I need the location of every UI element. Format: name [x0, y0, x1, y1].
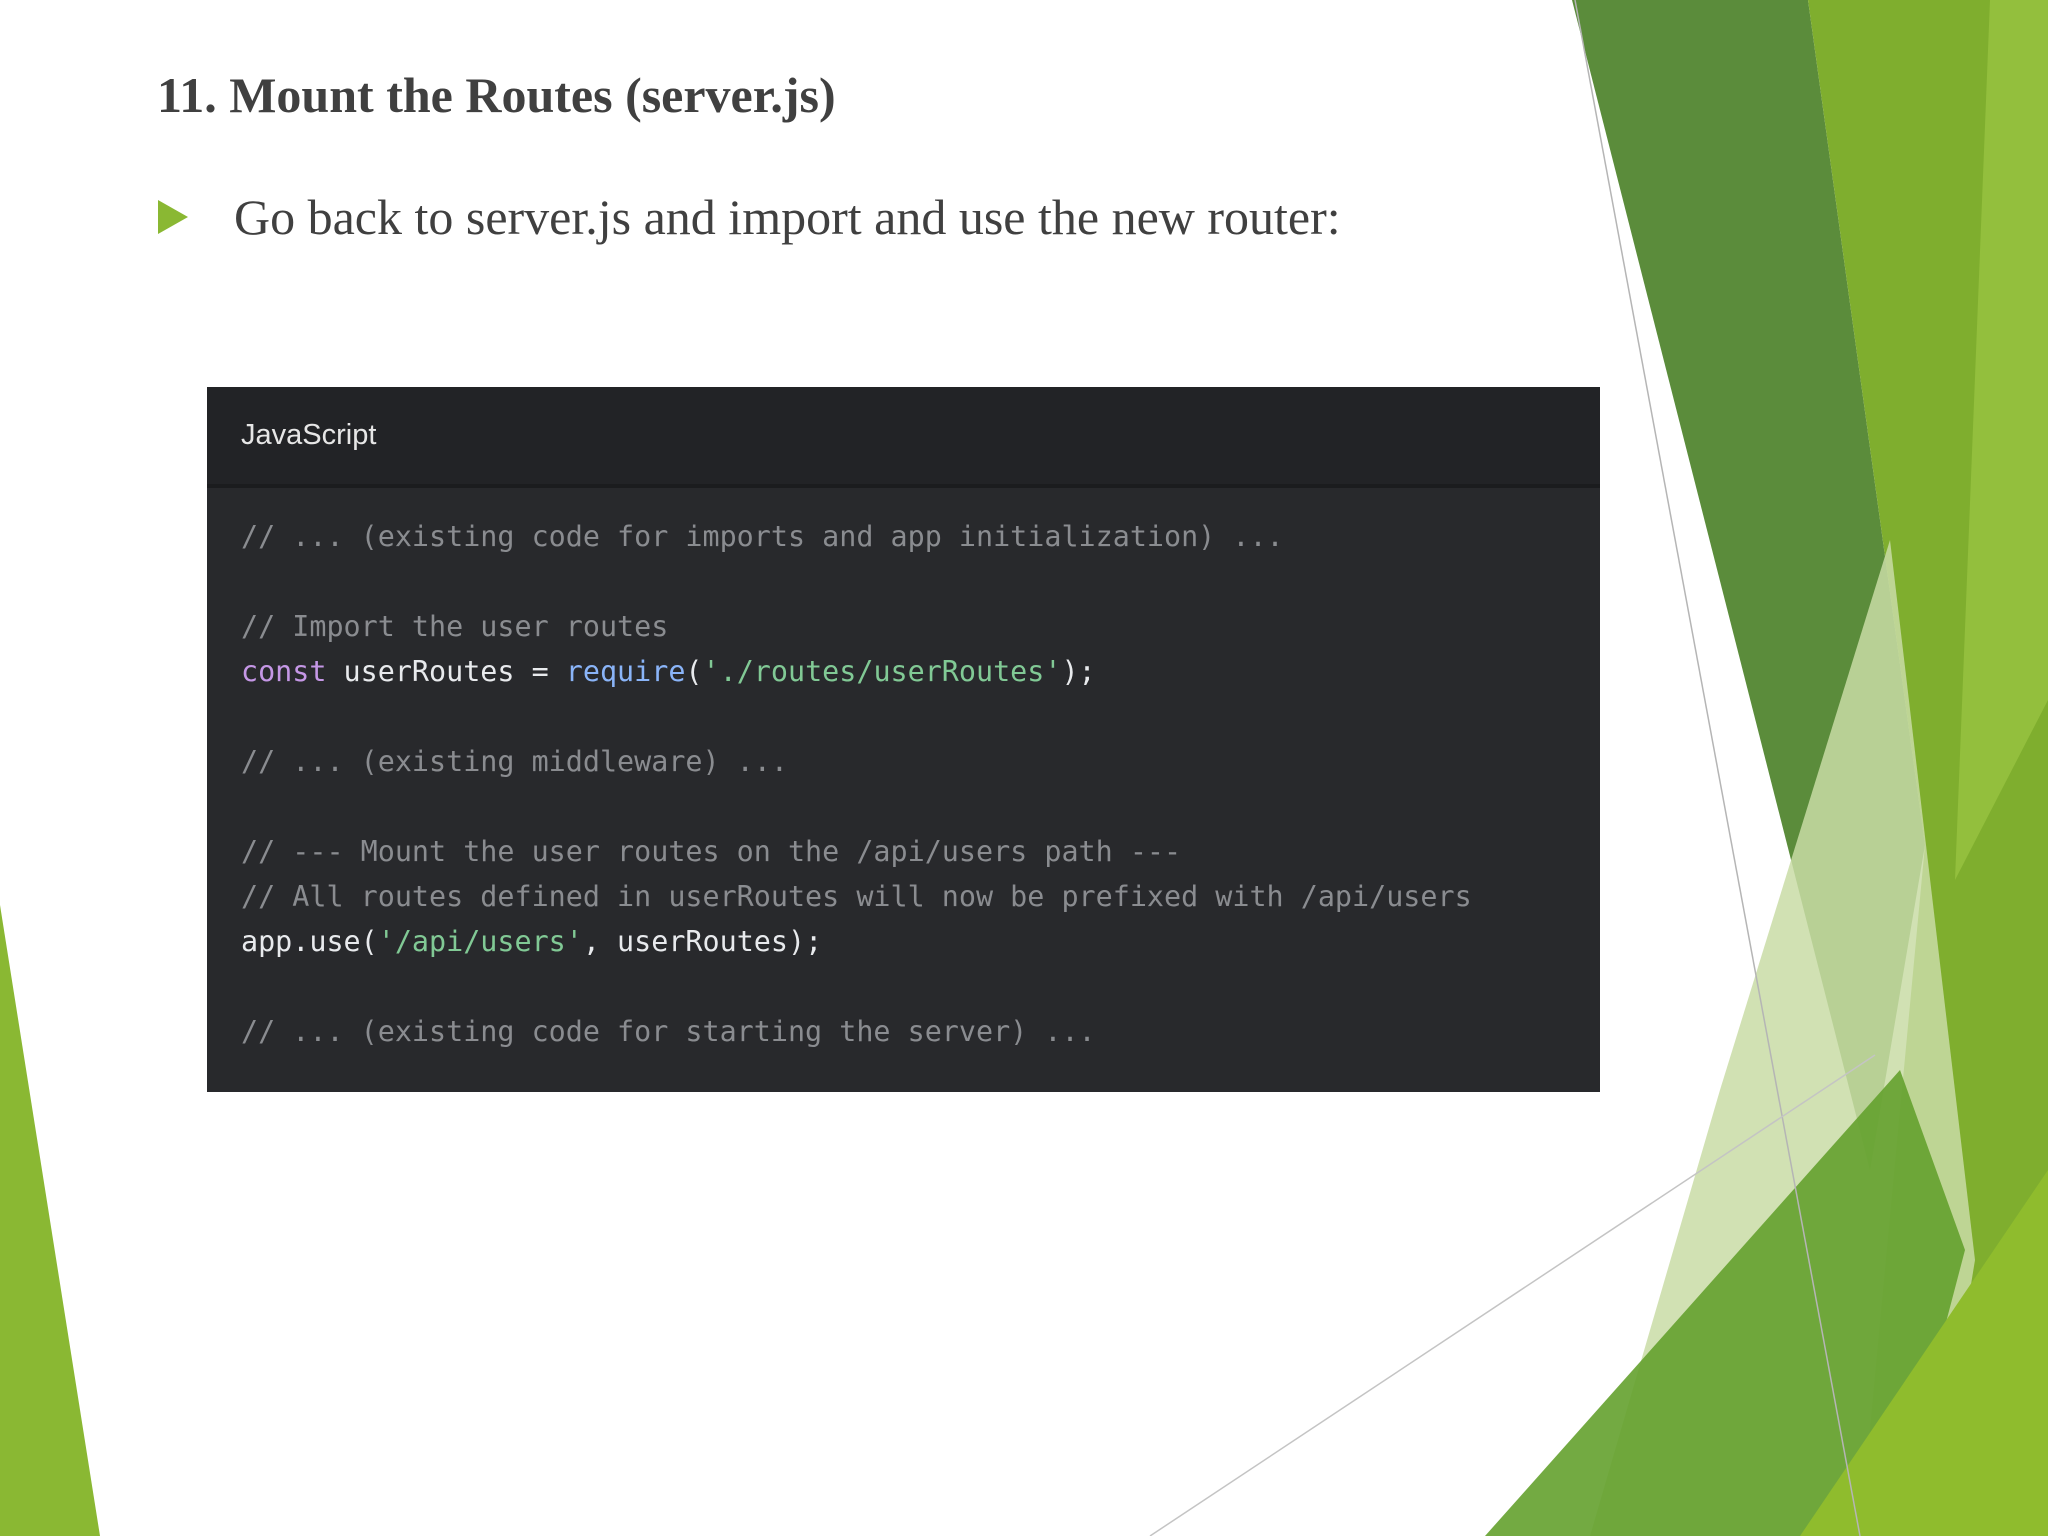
bullet-text: Go back to server.js and import and use … — [234, 189, 1341, 245]
code-token-plain: ( — [685, 655, 703, 688]
code-token-plain: ); — [1061, 655, 1096, 688]
code-line: // All routes defined in userRoutes will… — [241, 874, 1600, 919]
code-token-comment: // All routes defined in userRoutes will… — [241, 880, 1472, 913]
code-block-body: // ... (existing code for imports and ap… — [207, 488, 1600, 1054]
code-token-keyword: const — [241, 655, 327, 688]
code-token-comment: // ... (existing middleware) ... — [241, 745, 788, 778]
code-token-comment: // ... (existing code for starting the s… — [241, 1015, 1096, 1048]
code-line: // --- Mount the user routes on the /api… — [241, 829, 1600, 874]
code-token-func: require — [565, 655, 686, 688]
code-line: // ... (existing code for starting the s… — [241, 1009, 1600, 1054]
code-token-plain: app.use( — [241, 925, 378, 958]
code-token-comment: // Import the user routes — [241, 610, 669, 643]
left-accent-shape — [0, 905, 100, 1536]
code-token-comment: // --- Mount the user routes on the /api… — [241, 835, 1182, 868]
code-language-label: JavaScript — [241, 419, 377, 451]
bullet-item: Go back to server.js and import and use … — [158, 188, 1341, 246]
triangle-bullet-icon — [158, 200, 188, 234]
code-line: const userRoutes = require('./routes/use… — [241, 649, 1600, 694]
slide-title: 11. Mount the Routes (server.js) — [157, 67, 836, 123]
code-block: JavaScript // ... (existing code for imp… — [207, 387, 1600, 1092]
code-token-plain: , userRoutes); — [582, 925, 823, 958]
code-line: // Import the user routes — [241, 604, 1600, 649]
code-token-comment: // ... (existing code for imports and ap… — [241, 520, 1284, 553]
code-line: // ... (existing code for imports and ap… — [241, 514, 1600, 559]
code-token-string: '/api/users' — [377, 925, 583, 958]
code-token-string: './routes/userRoutes' — [702, 655, 1062, 688]
code-block-header: JavaScript — [207, 387, 1600, 488]
code-line: // ... (existing middleware) ... — [241, 739, 1600, 784]
code-line: app.use('/api/users', userRoutes); — [241, 919, 1600, 964]
code-token-plain: userRoutes = — [326, 655, 566, 688]
slide: 11. Mount the Routes (server.js) Go back… — [0, 0, 2048, 1536]
